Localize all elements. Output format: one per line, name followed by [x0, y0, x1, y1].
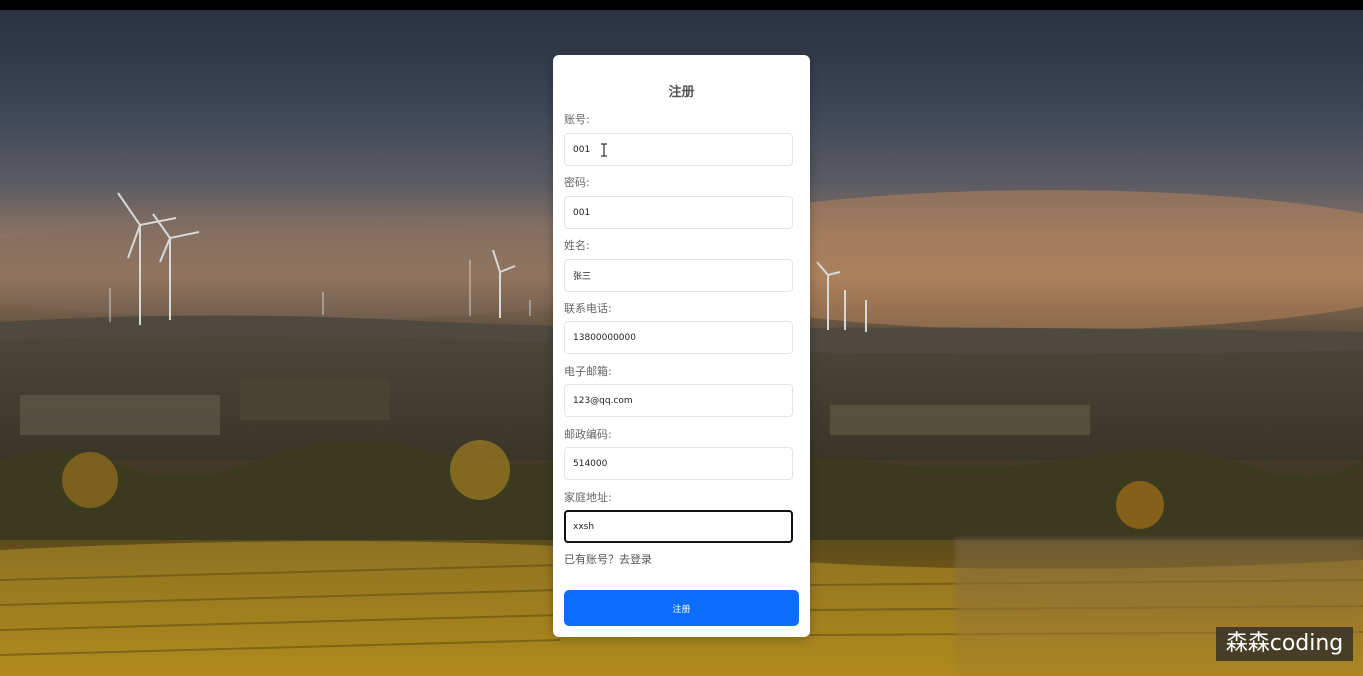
page-title: 注册 [668, 85, 695, 100]
register-button[interactable]: 注册 [564, 590, 799, 626]
postcode-input[interactable] [564, 447, 793, 480]
password-label: 密码: [564, 176, 590, 189]
text-cursor-icon [601, 143, 607, 157]
watermark: 森森coding [1216, 627, 1353, 661]
email-input[interactable] [564, 384, 793, 417]
password-input[interactable] [564, 196, 793, 229]
postcode-label: 邮政编码: [564, 428, 612, 441]
register-card: 注册 账号: 密码: 姓名: 联系电话: 电子邮箱: 邮政编码: 家庭地址: 已… [553, 55, 810, 637]
go-login-link[interactable]: 已有账号？去登录 [564, 551, 652, 567]
email-label: 电子邮箱: [564, 365, 612, 378]
name-label: 姓名: [564, 239, 590, 252]
phone-input[interactable] [564, 321, 793, 354]
address-label: 家庭地址: [564, 491, 612, 504]
phone-label: 联系电话: [564, 302, 612, 315]
account-label: 账号: [564, 113, 590, 126]
name-input[interactable] [564, 259, 793, 292]
top-bar [0, 0, 1363, 10]
account-input[interactable] [564, 133, 793, 166]
address-input[interactable] [564, 510, 793, 543]
